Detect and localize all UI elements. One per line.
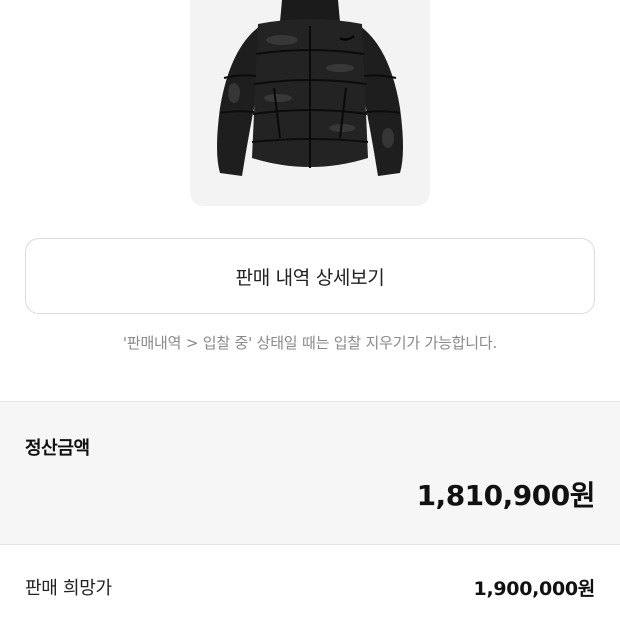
- wish-price-amount: 1,900,000원: [473, 578, 596, 600]
- sales-history-detail-label: 판매 내역 상세보기: [235, 266, 385, 289]
- settlement-amount: 1,810,900원: [416, 479, 596, 512]
- product-image-card[interactable]: [190, 0, 430, 206]
- bid-delete-notice: '판매내역 > 입찰 중' 상태일 때는 입찰 지우기가 가능합니다.: [122, 334, 498, 352]
- sales-history-detail-button[interactable]: 판매 내역 상세보기: [25, 238, 595, 314]
- settlement-label: 정산금액: [25, 438, 90, 459]
- wish-price-label: 판매 희망가: [25, 578, 112, 599]
- settlement-section: 정산금액 1,810,900원: [0, 401, 620, 545]
- jacket-image: [217, 0, 403, 176]
